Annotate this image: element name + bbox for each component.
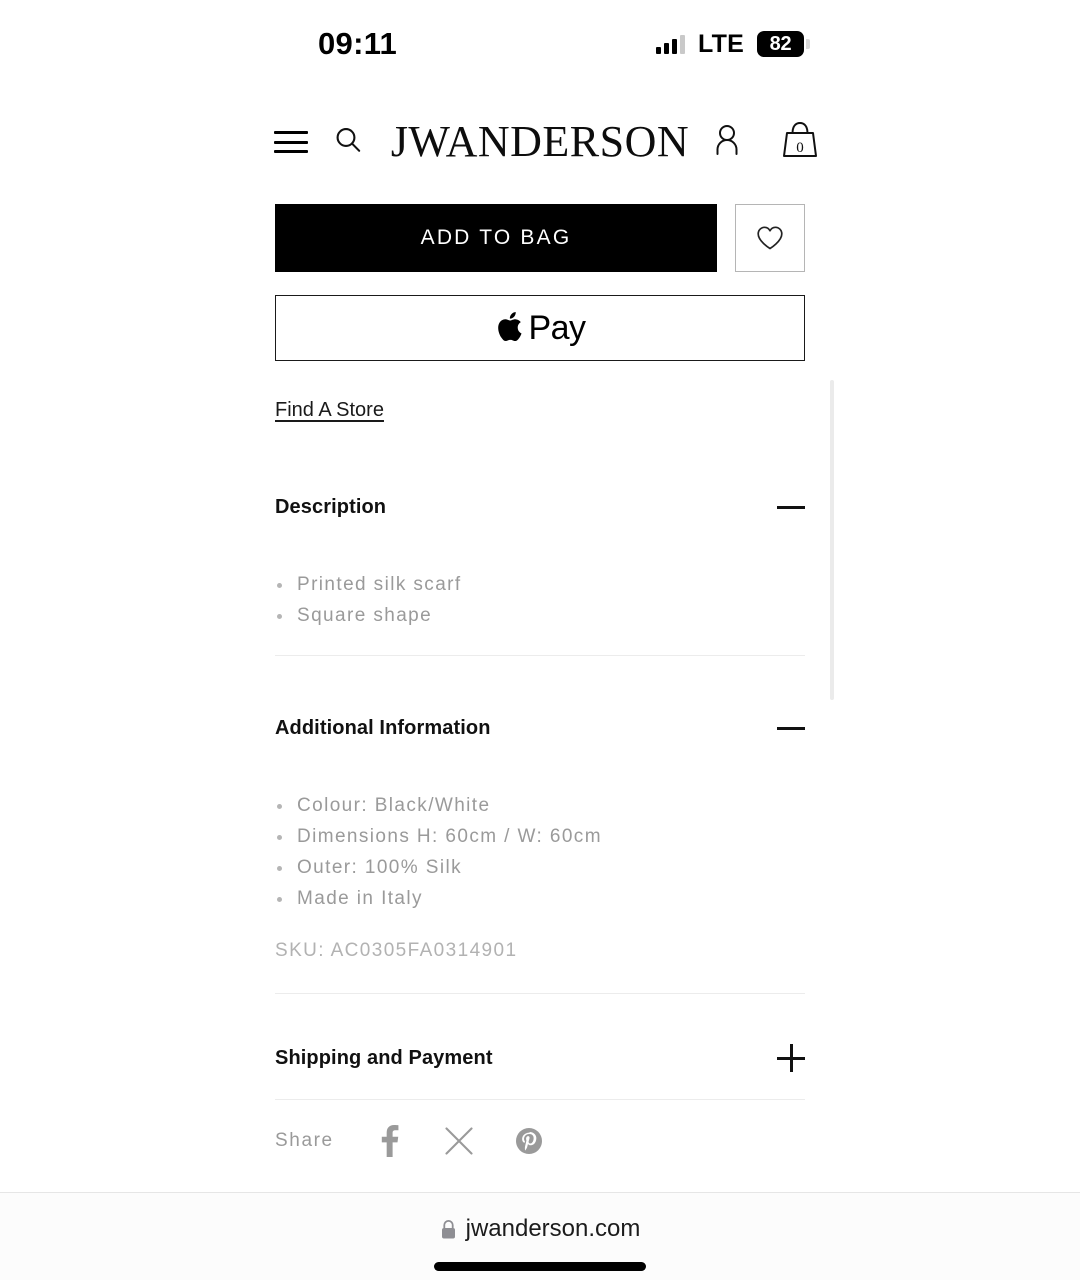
- page-scrollbar[interactable]: [830, 380, 834, 700]
- home-indicator: [434, 1262, 646, 1271]
- accordion-shipping-and-payment-title: Shipping and Payment: [275, 1046, 493, 1069]
- x-twitter-icon[interactable]: [444, 1124, 474, 1158]
- status-bar: 09:11 LTE 82: [0, 0, 1080, 88]
- logo-anderson: ANDERSON: [445, 117, 690, 166]
- apple-logo-icon: [498, 312, 522, 342]
- address-bar[interactable]: jwanderson.com: [245, 1193, 835, 1243]
- find-a-store-link[interactable]: Find A Store: [275, 399, 384, 422]
- section-divider: [275, 993, 805, 994]
- list-item: Square shape: [275, 600, 805, 631]
- accordion-shipping-and-payment: Shipping and Payment: [275, 1044, 805, 1100]
- section-divider: [275, 1099, 805, 1100]
- list-item: Colour: Black/White: [275, 790, 805, 821]
- mobile-browser-screen: 09:11 LTE 82 JWANDERSON 0 ADD TO BAG Pay…: [0, 0, 1080, 1280]
- accordion-description: Description Printed silk scarf Square sh…: [275, 493, 805, 656]
- minus-icon[interactable]: [777, 714, 805, 742]
- apple-pay-button[interactable]: Pay: [275, 295, 805, 361]
- list-item: Printed silk scarf: [275, 569, 805, 600]
- accordion-additional-information: Additional Information Colour: Black/Whi…: [275, 714, 805, 994]
- product-sku: SKU: AC0305FA0314901: [275, 940, 518, 961]
- account-person-icon[interactable]: [712, 123, 742, 162]
- plus-icon[interactable]: [777, 1044, 805, 1072]
- accordion-additional-information-title: Additional Information: [275, 716, 491, 739]
- battery-icon: 82: [757, 31, 810, 57]
- shopping-bag-icon[interactable]: 0: [778, 120, 822, 165]
- product-actions: ADD TO BAG: [275, 204, 805, 272]
- pinterest-icon[interactable]: [514, 1124, 544, 1158]
- share-row: Share: [275, 1124, 544, 1158]
- browser-bar-inner: jwanderson.com: [245, 1193, 835, 1280]
- section-divider: [275, 655, 805, 656]
- additional-info-bullet-list: Colour: Black/White Dimensions H: 60cm /…: [275, 790, 805, 914]
- signal-bars-icon: [656, 34, 686, 54]
- lock-icon: [441, 1219, 455, 1238]
- facebook-icon[interactable]: [374, 1124, 404, 1158]
- accordion-shipping-and-payment-header[interactable]: Shipping and Payment: [275, 1044, 805, 1072]
- status-indicators: LTE 82: [656, 29, 810, 59]
- bag-item-count: 0: [796, 139, 804, 156]
- accordion-description-header[interactable]: Description: [275, 493, 805, 521]
- url-text: jwanderson.com: [465, 1215, 641, 1242]
- site-header: JWANDERSON 0: [0, 104, 1080, 180]
- header-right-controls: 0: [712, 120, 822, 165]
- battery-level-label: 82: [769, 32, 792, 55]
- status-time: 09:11: [318, 26, 398, 61]
- minus-icon[interactable]: [777, 493, 805, 521]
- accordion-additional-information-header[interactable]: Additional Information: [275, 714, 805, 742]
- browser-bottom-bar: jwanderson.com: [0, 1192, 1080, 1280]
- share-label: Share: [275, 1130, 334, 1151]
- wishlist-button[interactable]: [735, 204, 805, 272]
- list-item: Made in Italy: [275, 883, 805, 914]
- description-bullet-list: Printed silk scarf Square shape: [275, 569, 805, 631]
- add-to-bag-button[interactable]: ADD TO BAG: [275, 204, 717, 272]
- accordion-description-title: Description: [275, 495, 387, 518]
- list-item: Outer: 100% Silk: [275, 852, 805, 883]
- network-type-label: LTE: [698, 29, 744, 58]
- brand-logo[interactable]: JWANDERSON: [0, 120, 1080, 164]
- apple-pay-label: Pay: [528, 308, 586, 347]
- logo-jw: JW: [390, 117, 446, 166]
- list-item: Dimensions H: 60cm / W: 60cm: [275, 821, 805, 852]
- heart-outline-icon: [757, 226, 783, 250]
